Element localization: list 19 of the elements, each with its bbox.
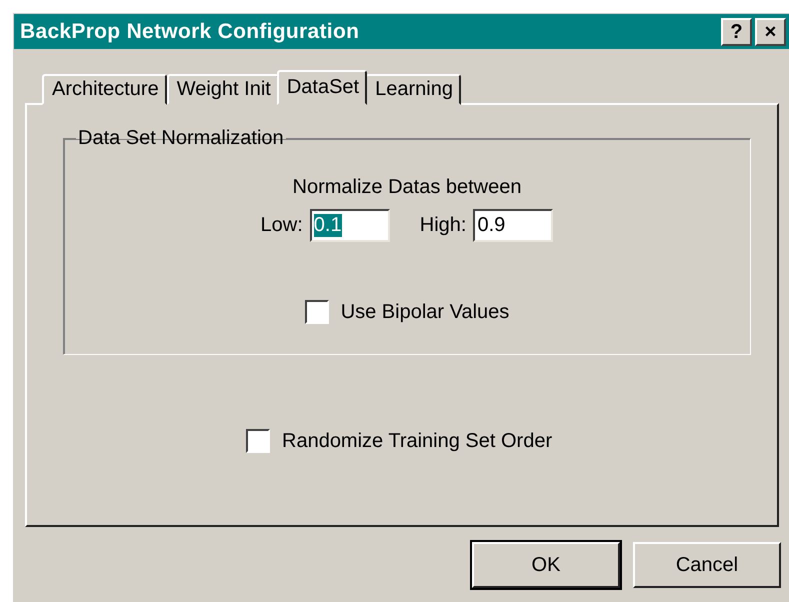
- checkbox-label: Randomize Training Set Order: [282, 430, 552, 452]
- window-title: BackProp Network Configuration: [20, 20, 360, 44]
- input-field[interactable]: 0.1: [310, 209, 390, 242]
- checkbox[interactable]: [246, 429, 270, 453]
- tab[interactable]: Architecture: [42, 74, 167, 105]
- help-button[interactable]: ?: [721, 18, 752, 46]
- ok-button[interactable]: OK: [472, 542, 620, 588]
- close-button[interactable]: ×: [755, 18, 786, 46]
- tab[interactable]: Learning: [365, 74, 461, 105]
- tab[interactable]: Weight Init: [166, 74, 279, 105]
- caption: Normalize Datas between: [292, 176, 522, 199]
- field-label: High:: [420, 214, 466, 237]
- cancel-button[interactable]: Cancel: [633, 542, 781, 588]
- checkbox-label: Use Bipolar Values: [340, 300, 510, 324]
- checkbox[interactable]: [304, 300, 329, 324]
- field-label: Low:: [260, 214, 303, 237]
- input-field[interactable]: 0.9: [473, 209, 554, 242]
- group-title: Data Set Normalization: [77, 127, 285, 150]
- tab[interactable]: DataSet: [276, 70, 368, 105]
